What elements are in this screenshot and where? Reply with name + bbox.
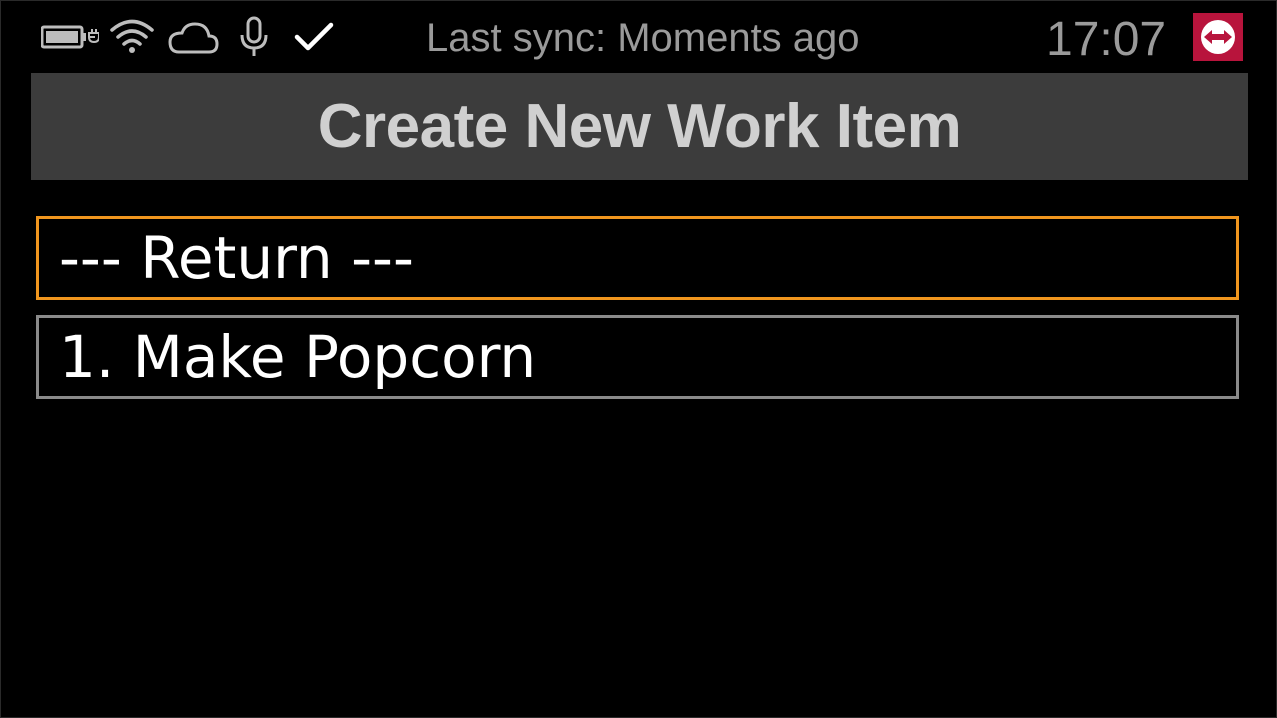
cloud-icon	[167, 21, 219, 61]
teamviewer-icon[interactable]	[1193, 13, 1243, 61]
checkmark-icon	[293, 21, 335, 61]
microphone-icon	[237, 15, 271, 56]
sync-status: Last sync: Moments ago	[426, 16, 860, 60]
menu-item-make-popcorn[interactable]: 1. Make Popcorn	[36, 315, 1239, 399]
wifi-icon	[109, 17, 155, 57]
page-title: Create New Work Item	[317, 92, 962, 161]
screen-frame: Last sync: Moments ago 17:07 Create New …	[0, 0, 1277, 718]
clock: 17:07	[1046, 13, 1167, 66]
battery-charging-icon	[41, 23, 99, 63]
status-bar: Last sync: Moments ago 17:07	[1, 1, 1277, 73]
page-header: Create New Work Item	[31, 73, 1248, 180]
menu-item-return[interactable]: --- Return ---	[36, 216, 1239, 300]
